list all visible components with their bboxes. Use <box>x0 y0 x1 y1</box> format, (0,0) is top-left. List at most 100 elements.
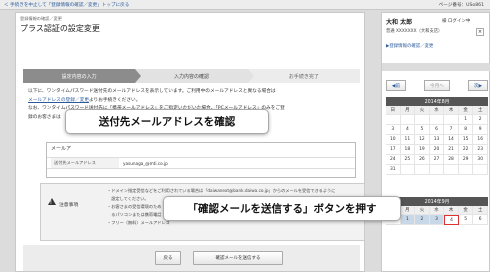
calendar-day <box>458 165 474 175</box>
calendar-caption: 2014年8月 <box>386 97 488 106</box>
calendar-august: 2014年8月 日月火水木金土 1 2 3 4 5 6 7 8 9 10 11 12 13 14 15 16 17… <box>386 97 488 175</box>
step-complete-label: お手続き完了 <box>288 73 319 80</box>
step-input: 設定内容の入力 <box>23 69 142 83</box>
calendar-day <box>415 165 430 175</box>
email-info-row: 送付先メールアドレス yasunaga_@mti.co.jp <box>47 157 355 169</box>
calendar-day[interactable]: 25 <box>400 155 416 165</box>
calendar-weekday-header: 日 <box>386 106 401 115</box>
email-info-box: メールア 送付先メールアドレス yasunaga_@mti.co.jp <box>46 142 356 178</box>
calendar-september: 2014年9月 日月火水木金土123456 <box>386 197 488 225</box>
calendar-weekday-header: 月 <box>400 206 416 215</box>
logout-icon[interactable]: × <box>476 28 484 36</box>
calendar-weekday-header: 月 <box>400 106 416 115</box>
calendar-next-button[interactable]: 次▶ <box>468 80 488 91</box>
calendar-day[interactable]: 7 <box>444 125 459 135</box>
calendar-weekday-header: 木 <box>444 106 459 115</box>
calendar-day[interactable]: 24 <box>386 155 401 165</box>
step-confirm: 入力内容の確認 <box>135 69 254 83</box>
calendar-day[interactable]: 31 <box>386 165 401 175</box>
calendar-day[interactable]: 11 <box>400 135 416 145</box>
calendar-day <box>386 115 401 125</box>
email-info-heading: メールア <box>51 146 72 152</box>
calendar-day[interactable]: 2 <box>415 215 430 225</box>
calendar-day <box>415 115 430 125</box>
calendar-prev-button[interactable]: ◀前 <box>386 80 406 91</box>
calendar-this-month-button[interactable]: 今月へ <box>424 80 450 91</box>
intro-line: メールアドレスの登録／変更よりお手続きください。 <box>28 97 358 106</box>
calendar-day[interactable]: 3 <box>429 215 445 225</box>
calendar-weekday-header: 水 <box>429 206 445 215</box>
note-line: ・フリー（無料）メールアドレス <box>107 220 170 225</box>
calendar-day[interactable]: 30 <box>473 155 488 165</box>
callout-check-email: 送付先メールアドレスを確認 <box>66 110 268 133</box>
email-row-value: yasunaga_@mti.co.jp <box>123 161 168 166</box>
login-status: 様 ログイン中 <box>442 19 471 24</box>
calendar-day[interactable]: 19 <box>415 145 430 155</box>
calendar-weekday-header: 金 <box>458 206 474 215</box>
send-confirmation-email-button[interactable]: 確認メールを送信する <box>193 251 283 265</box>
main-panel: 登録情報の確認／変更 プラス認証の設定変更 設定内容の入力 入力内容の確認 お手… <box>15 12 365 272</box>
sidebar-link-registration[interactable]: ▶登録情報の確認／変更 <box>386 43 433 49</box>
warning-icon-mark: ! <box>50 200 52 205</box>
calendar-grid: 日月火水木金土123456 <box>386 206 488 225</box>
callout-press-send-button: 「確認メールを送信する」ボタンを押す <box>164 197 400 220</box>
calendar-day[interactable]: 20 <box>429 145 445 155</box>
email-row-label: 送付先メールアドレス <box>51 158 119 168</box>
user-name: 大和 太郎 <box>386 19 413 26</box>
calendar-weekday-header: 金 <box>458 106 474 115</box>
calendar-day <box>444 115 459 125</box>
calendar-weekday-header: 土 <box>473 106 488 115</box>
calendar-day[interactable]: 4 <box>444 215 459 225</box>
calendar-day <box>444 165 459 175</box>
calendar-day[interactable]: 6 <box>473 215 488 225</box>
step-arrow-icon <box>247 69 254 83</box>
step-input-label: 設定内容の入力 <box>61 73 97 80</box>
sidebar-divider <box>382 63 490 71</box>
calendar-day[interactable]: 23 <box>473 145 488 155</box>
calendar-caption: 2014年9月 <box>386 197 488 206</box>
calendar-day[interactable]: 1 <box>458 115 474 125</box>
page-number: ページ番号：USo861 <box>438 3 484 8</box>
calendar-day[interactable]: 18 <box>400 145 416 155</box>
calendar-day[interactable]: 4 <box>400 125 416 135</box>
calendar-day[interactable]: 28 <box>444 155 459 165</box>
calendar-day[interactable]: 15 <box>458 135 474 145</box>
calendar-day[interactable]: 13 <box>429 135 445 145</box>
calendar-day[interactable]: 5 <box>458 215 474 225</box>
back-button[interactable]: 戻る <box>155 251 181 265</box>
calendar-day[interactable]: 17 <box>386 145 401 155</box>
top-bar: ＜ 手続きを中止して「登録情報の確認／変更」トップに戻る ページ番号：USo86… <box>0 0 490 10</box>
calendar-weekday-header: 土 <box>473 206 488 215</box>
calendar-nav: ◀前 今月へ 次▶ <box>386 80 488 92</box>
calendar-day[interactable]: 22 <box>458 145 474 155</box>
calendar-day[interactable]: 12 <box>415 135 430 145</box>
step-arrow-icon <box>135 69 142 83</box>
calendar-day[interactable]: 3 <box>386 125 401 135</box>
calendar-day[interactable]: 1 <box>400 215 416 225</box>
calendar-day[interactable]: 2 <box>473 115 488 125</box>
calendar-day[interactable]: 8 <box>458 125 474 135</box>
calendar-day[interactable]: 26 <box>415 155 430 165</box>
calendar-day[interactable]: 16 <box>473 135 488 145</box>
calendar-day[interactable]: 21 <box>444 145 459 155</box>
cancel-return-link[interactable]: ＜ 手続きを中止して「登録情報の確認／変更」トップに戻る <box>4 2 129 8</box>
calendar-day <box>400 115 416 125</box>
step-complete: お手続き完了 <box>247 69 360 83</box>
sidebar: 大和 太郎 様 ログイン中 普通 XXXXXXX（大和支店） × ▶登録情報の確… <box>381 12 490 272</box>
calendar-day[interactable]: 6 <box>429 125 445 135</box>
calendar-day[interactable]: 5 <box>415 125 430 135</box>
note-line: ・ドメイン指定受信などをご利用されている場合は「daiwanext@bank.d… <box>107 188 336 193</box>
calendar-day <box>429 165 445 175</box>
notes-label: 注意事項 <box>59 203 79 208</box>
email-registration-link[interactable]: メールアドレスの登録／変更 <box>28 98 89 103</box>
calendar-day[interactable]: 9 <box>473 125 488 135</box>
calendar-day[interactable]: 29 <box>458 155 474 165</box>
intro-line-rest: よりお手続きください。 <box>88 97 141 103</box>
calendar-day[interactable]: 10 <box>386 135 401 145</box>
calendar-grid: 日月火水木金土 1 2 3 4 5 6 7 8 9 10 11 12 13 14 15 16 17 18 19 20 21… <box>386 106 488 175</box>
calendar-day[interactable]: 14 <box>444 135 459 145</box>
calendar-day <box>429 115 445 125</box>
calendar-weekday-header: 木 <box>444 206 459 215</box>
calendar-day[interactable]: 27 <box>429 155 445 165</box>
breadcrumb: 登録情報の確認／変更 <box>20 16 62 21</box>
